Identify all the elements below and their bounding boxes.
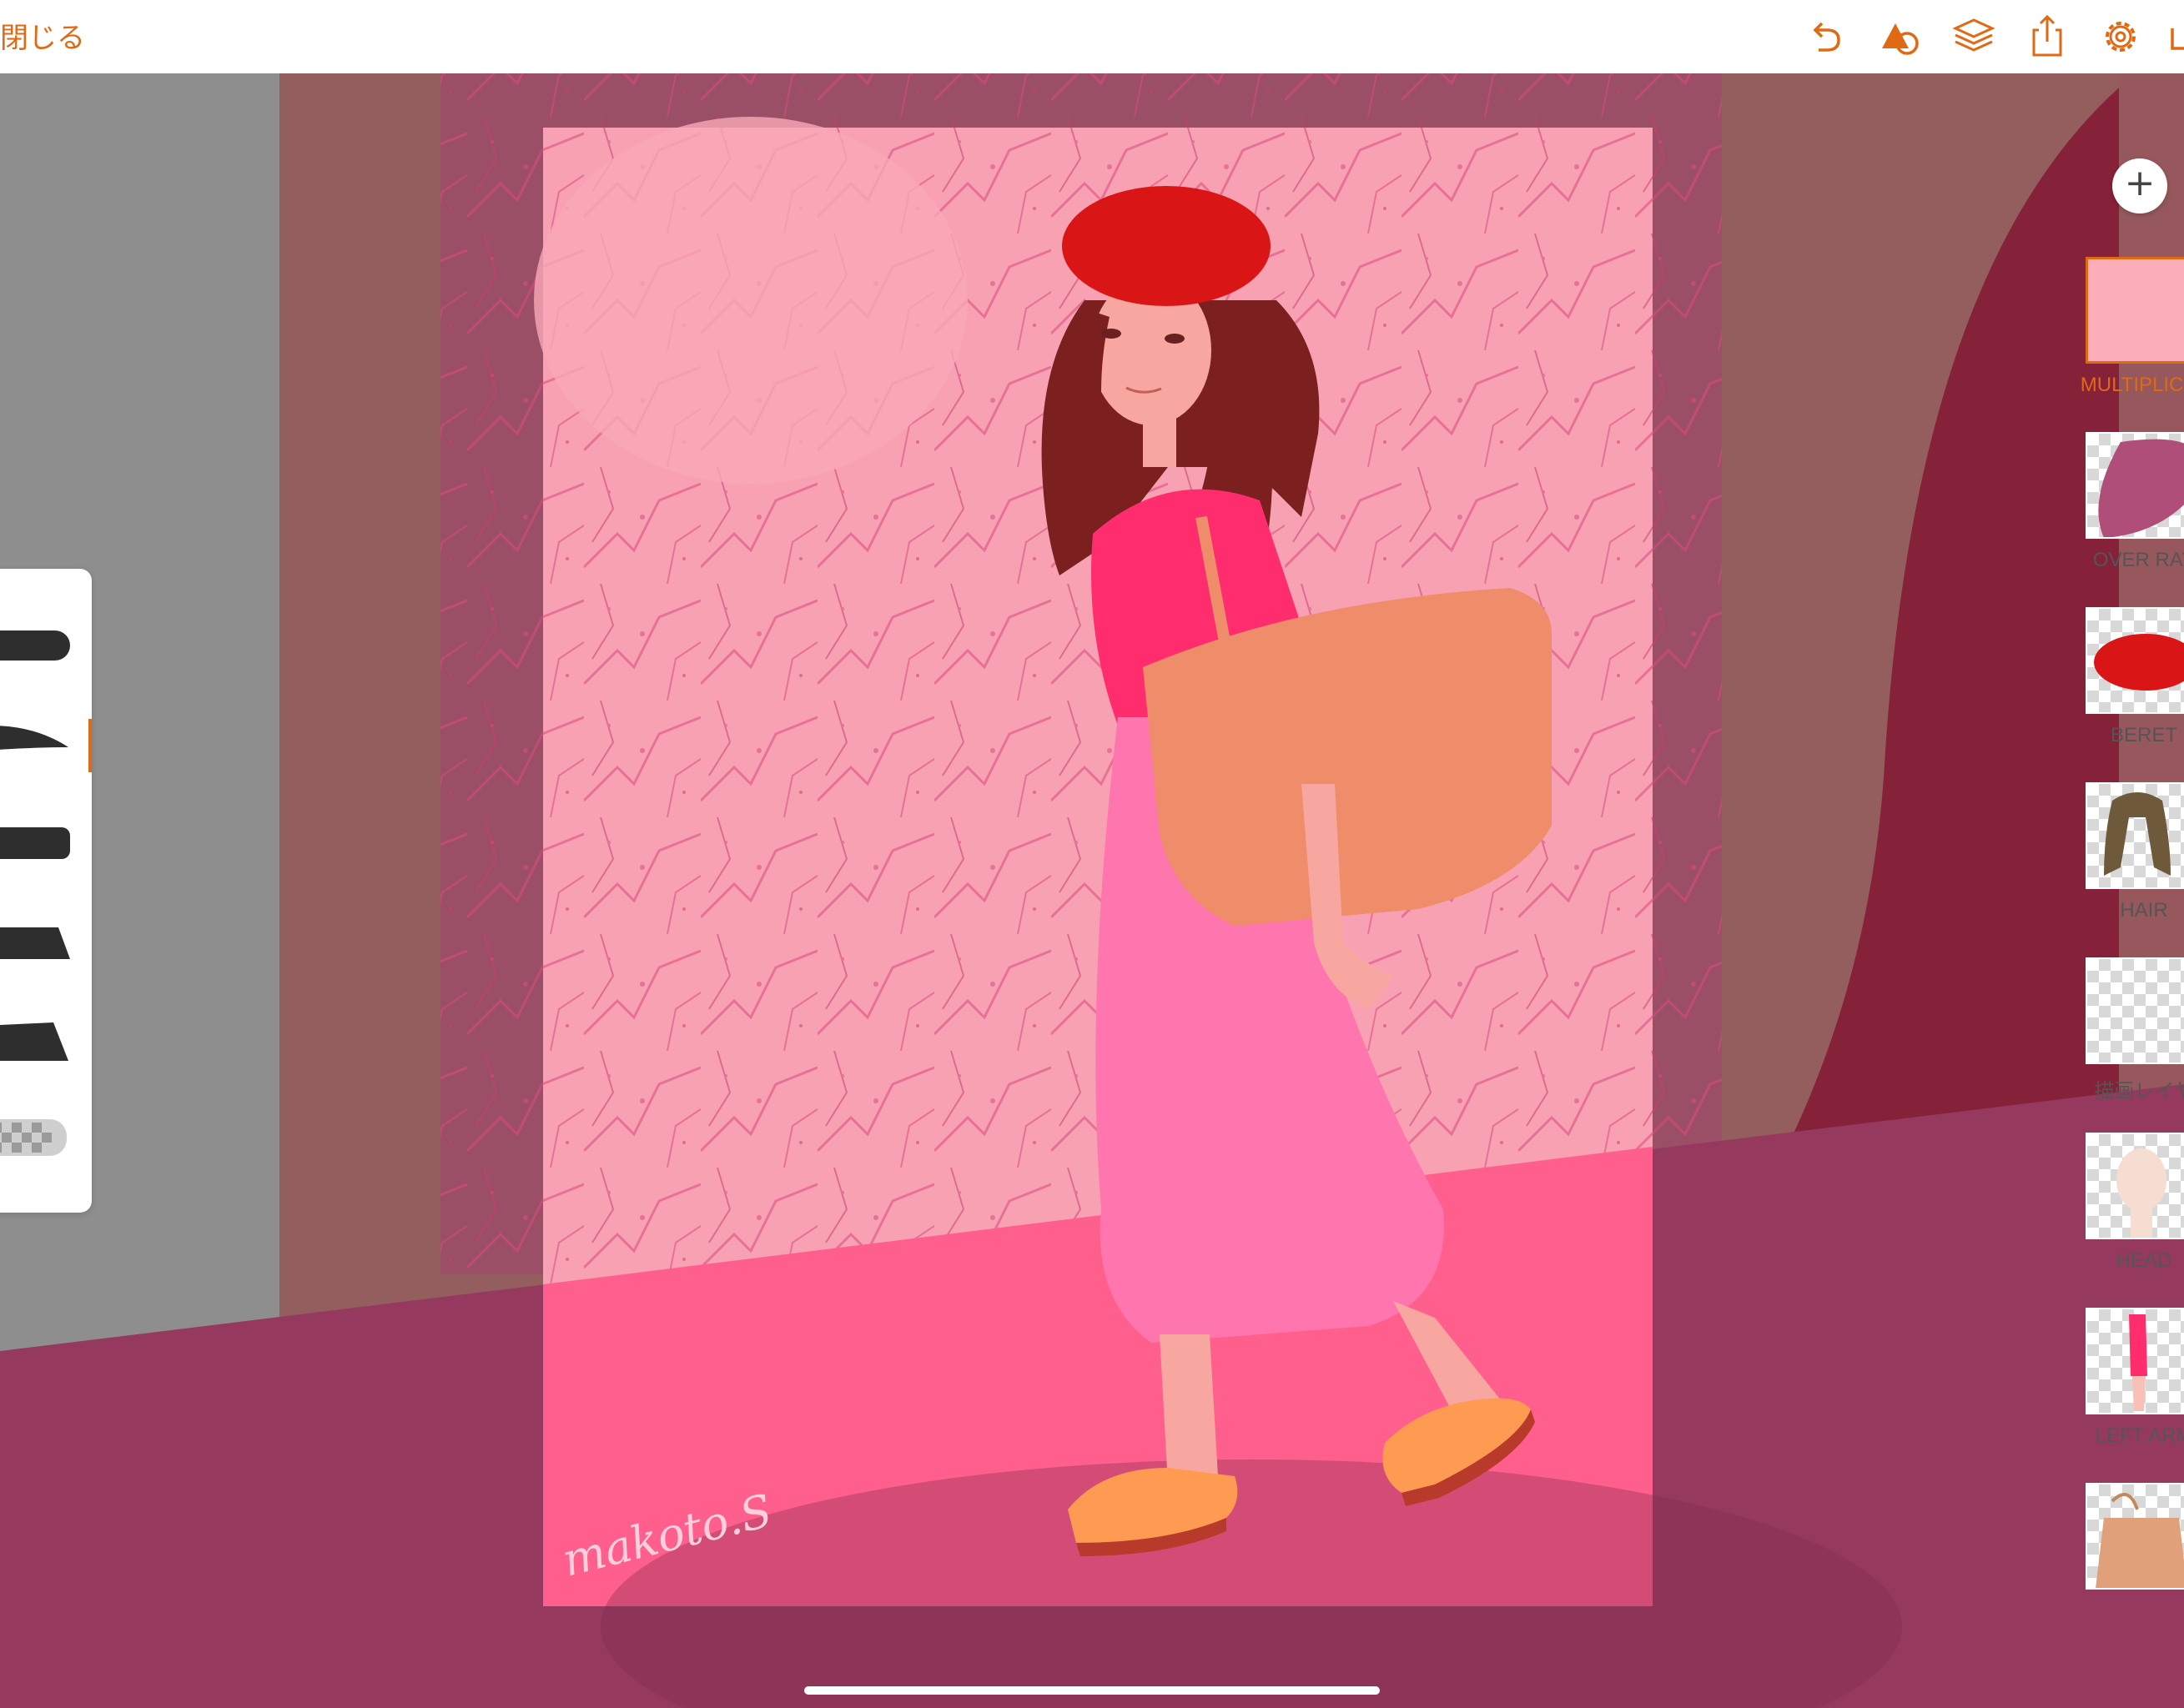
brush-panel xyxy=(0,569,92,1213)
beret xyxy=(1062,186,1271,306)
wedge-brush[interactable] xyxy=(0,927,70,959)
layer-label: HAIR xyxy=(2120,899,2168,922)
layer-thumbnail xyxy=(2086,432,2184,539)
layer-thumbnail xyxy=(2086,257,2184,364)
round-brush[interactable] xyxy=(0,630,70,661)
share-icon[interactable] xyxy=(2022,12,2072,62)
layer-label: HEAD xyxy=(2116,1249,2172,1272)
layers-icon[interactable] xyxy=(1949,12,1999,62)
texture-brush[interactable] xyxy=(0,1119,67,1156)
layer-label: 描画レイヤ xyxy=(2094,1080,2184,1103)
layer-thumbnail xyxy=(2086,957,2184,1064)
slant-brush[interactable] xyxy=(0,1022,68,1061)
layer-thumbnail xyxy=(2086,607,2184,714)
shapes-icon[interactable] xyxy=(1875,12,1925,62)
artwork-canvas[interactable]: makoto.S xyxy=(0,73,2184,1708)
layer-over-ray[interactable]: OVER RAY xyxy=(2086,432,2184,571)
add-layer-button[interactable]: + xyxy=(2112,158,2167,214)
layer-thumbnail xyxy=(2086,1483,2184,1590)
layer-thumbnail xyxy=(2086,1133,2184,1239)
taper-brush[interactable] xyxy=(0,726,68,751)
layer-left-arm[interactable]: LEFT ARM xyxy=(2086,1308,2184,1447)
undo-icon[interactable] xyxy=(1802,12,1852,62)
layer-hair[interactable]: HAIR xyxy=(2086,782,2184,922)
layer-label: OVER RAY xyxy=(2092,549,2184,571)
more-icon[interactable] xyxy=(2167,12,2184,62)
brush-selection-indicator xyxy=(88,719,92,772)
layer-label: MULTIPLICAT xyxy=(2080,374,2184,396)
layer-label: BERET xyxy=(2110,724,2177,746)
flat-brush[interactable] xyxy=(0,827,70,859)
layer-bag[interactable] xyxy=(2086,1483,2184,1590)
layer-label: LEFT ARM xyxy=(2095,1424,2184,1447)
layer-beret[interactable]: BERET xyxy=(2086,607,2184,746)
layer-drawing[interactable]: 描画レイヤ xyxy=(2086,957,2184,1103)
close-button[interactable]: 閉じる xyxy=(0,15,85,56)
layer-multiplicat[interactable]: MULTIPLICAT xyxy=(2081,257,2184,396)
layer-thumbnail xyxy=(2086,1308,2184,1414)
home-indicator[interactable] xyxy=(804,1686,1380,1695)
layer-head[interactable]: HEAD xyxy=(2086,1133,2184,1272)
layer-thumbnail xyxy=(2086,782,2184,889)
top-toolbar: 閉じる xyxy=(0,0,2184,73)
settings-icon[interactable] xyxy=(2096,12,2146,62)
workspace: makoto.S xyxy=(0,73,2184,1708)
